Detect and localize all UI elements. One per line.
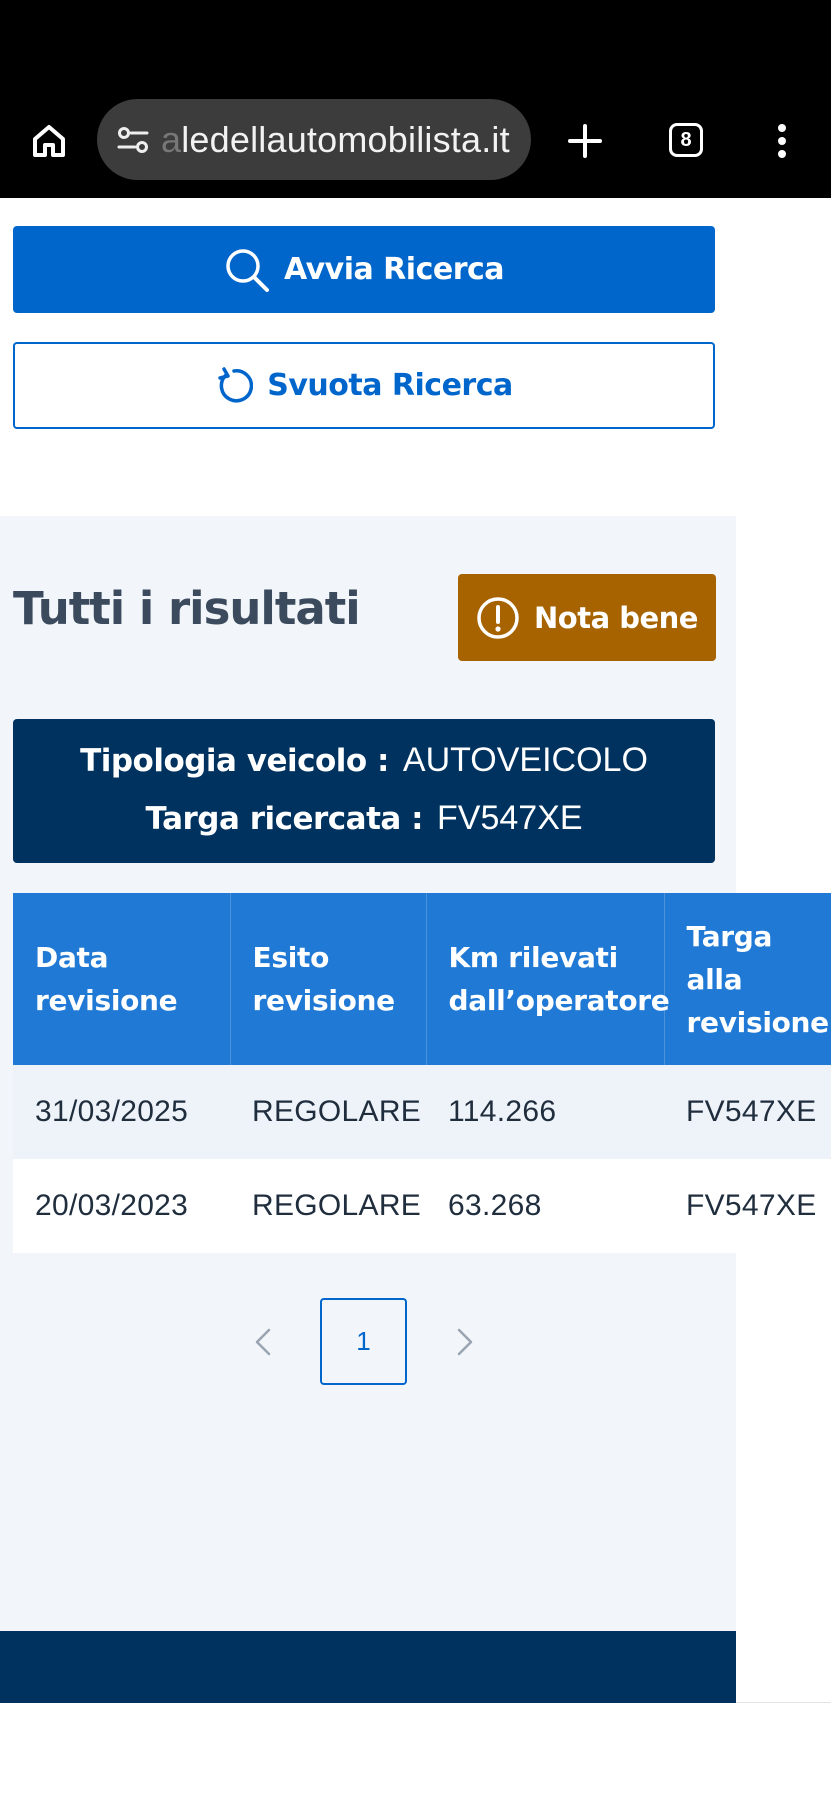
note-button-label: Nota bene xyxy=(534,600,698,635)
cell-date: 31/03/2025 xyxy=(13,1065,230,1159)
table-row: 20/03/2023 REGOLARE 63.268 FV547XE xyxy=(13,1159,831,1253)
searched-plate-value: FV547XE xyxy=(437,799,583,837)
cell-km: 114.266 xyxy=(426,1065,664,1159)
results-title: Tutti i risultati xyxy=(13,582,361,635)
column-header-km: Km rilevati dall’operatore xyxy=(426,893,670,1065)
search-button[interactable]: Avvia Ricerca xyxy=(13,226,715,313)
pagination-page-button[interactable]: 1 xyxy=(320,1298,407,1385)
searched-plate-label: Targa ricercata : xyxy=(145,801,424,837)
search-button-label: Avvia Ricerca xyxy=(283,252,505,287)
plus-icon[interactable] xyxy=(560,116,610,166)
column-header-plate: Targa alla revisione xyxy=(664,893,831,1065)
home-icon[interactable] xyxy=(22,118,76,164)
search-summary-box: Tipologia veicolo : AUTOVEICOLO Targa ric… xyxy=(13,719,715,863)
more-vert-icon[interactable] xyxy=(764,116,800,166)
table-header-row: Data revisione Esito revisione Km rileva… xyxy=(13,893,831,1065)
tab-count: 8 xyxy=(669,123,703,157)
cell-plate: FV547XE xyxy=(664,1065,831,1159)
vehicle-type-line: Tipologia veicolo : AUTOVEICOLO xyxy=(13,741,715,780)
vehicle-type-label: Tipologia veicolo : xyxy=(80,743,389,779)
results-table-container[interactable]: Data revisione Esito revisione Km rileva… xyxy=(13,893,831,1255)
exclamation-circle-icon xyxy=(476,596,520,640)
searched-plate-line: Targa ricercata : FV547XE xyxy=(13,799,715,838)
vehicle-type-value: AUTOVEICOLO xyxy=(402,741,648,779)
url-domain: ledellautomobilista.it xyxy=(181,118,510,160)
refresh-icon xyxy=(215,366,254,405)
cell-outcome: REGOLARE xyxy=(230,1065,426,1159)
note-button[interactable]: Nota bene xyxy=(458,574,716,661)
footer-band xyxy=(0,1631,736,1703)
url-text: aledellautomobilista.it xyxy=(161,119,510,161)
tabs-icon[interactable]: 8 xyxy=(664,118,708,162)
site-settings-icon[interactable] xyxy=(113,120,153,160)
search-icon xyxy=(224,247,270,293)
cell-outcome: REGOLARE xyxy=(230,1159,426,1253)
chevron-right-icon[interactable] xyxy=(450,1322,480,1362)
divider xyxy=(736,1702,831,1703)
reset-button-label: Svuota Ricerca xyxy=(267,368,513,403)
cell-date: 20/03/2023 xyxy=(13,1159,230,1253)
results-table: Data revisione Esito revisione Km rileva… xyxy=(13,893,831,1253)
column-header-date: Data revisione xyxy=(13,893,231,1065)
cell-plate: FV547XE xyxy=(664,1159,831,1253)
table-row: 31/03/2025 REGOLARE 114.266 FV547XE xyxy=(13,1065,831,1159)
column-header-outcome: Esito revisione xyxy=(230,893,427,1065)
status-bar xyxy=(0,0,831,98)
cell-km: 63.268 xyxy=(426,1159,664,1253)
url-faded-prefix: a xyxy=(161,118,182,160)
reset-button[interactable]: Svuota Ricerca xyxy=(13,342,715,429)
chevron-left-icon[interactable] xyxy=(248,1322,278,1362)
address-bar[interactable]: aledellautomobilista.it xyxy=(97,99,531,180)
